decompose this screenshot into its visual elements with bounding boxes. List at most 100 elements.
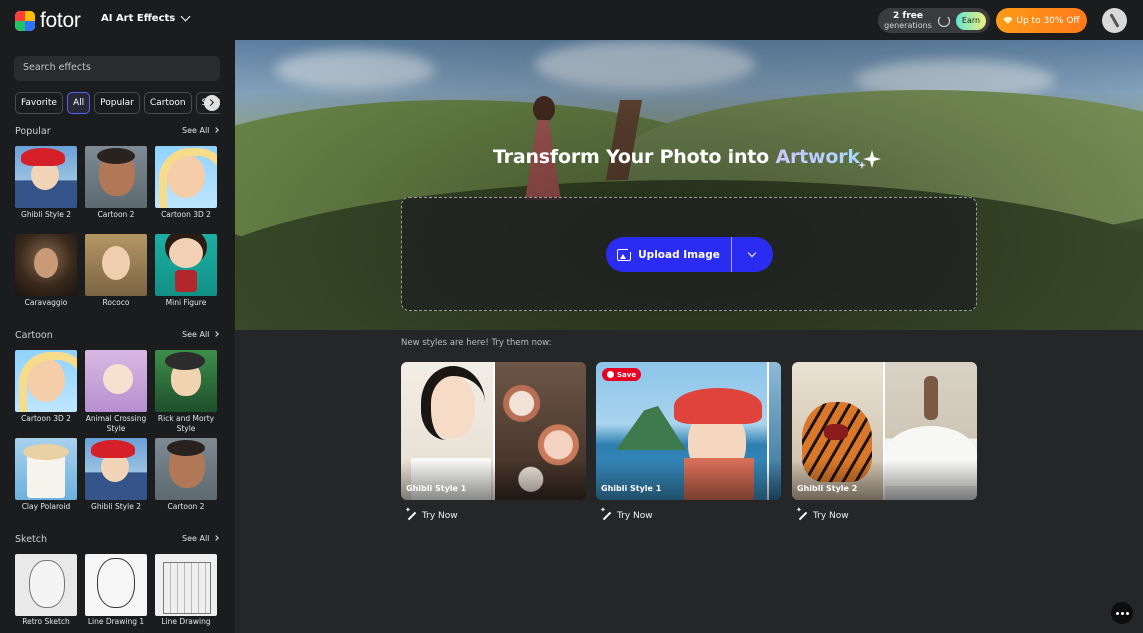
new-styles-label: New styles are here! Try them now: [401, 338, 552, 348]
effects-sidebar: Search effects Favorite All Popular Cart… [0, 40, 235, 633]
image-upload-icon [617, 245, 635, 261]
dot-icon [1125, 611, 1129, 615]
dot-icon [1115, 611, 1119, 615]
chevron-right-icon[interactable] [204, 95, 220, 111]
effect-thumb-clay-polaroid[interactable] [15, 438, 77, 500]
magic-wand-icon [405, 506, 416, 521]
upload-options-dropdown[interactable] [732, 237, 773, 272]
generations-pill[interactable]: 2 free generations Earn [878, 8, 990, 33]
effect-label: Line Drawing [161, 617, 211, 626]
effect-thumb-line-drawing-1[interactable] [85, 554, 147, 616]
effect-label: Animal Crossing Style [85, 414, 147, 433]
effect-thumb-cartoon-2[interactable] [85, 146, 147, 208]
card-gradient [596, 460, 781, 500]
effect-thumb-mini-figure[interactable] [155, 234, 217, 296]
effect-thumb-line-drawing[interactable] [155, 554, 217, 616]
top-bar: fotor AI Art Effects 2 free generations … [0, 0, 1143, 40]
more-options-button[interactable] [1111, 602, 1133, 624]
save-label: Save [617, 370, 637, 379]
try-now-button[interactable]: Try Now [600, 506, 653, 521]
style-card-ghibli-1-seaside[interactable]: Save Ghibli Style 1 [596, 362, 781, 500]
effect-label: Ghibli Style 2 [91, 502, 141, 511]
section-title-sketch: Sketch [15, 534, 48, 545]
see-all-popular[interactable]: See All [182, 126, 218, 135]
promo-label: Up to 30% Off [1016, 15, 1080, 26]
pinterest-icon [607, 371, 614, 378]
effect-label: Rick and Morty Style [157, 414, 215, 433]
effect-label: Ghibli Style 2 [21, 210, 71, 219]
brand-name: fotor [40, 9, 81, 32]
effect-label: Cartoon 2 [167, 502, 205, 511]
ai-art-effects-menu[interactable]: AI Art Effects [101, 11, 191, 24]
chip-all[interactable]: All [66, 92, 91, 114]
sparkle-icon [858, 150, 881, 169]
try-now-label: Try Now [617, 511, 653, 521]
dot-icon [1120, 611, 1124, 615]
magic-wand-icon [796, 506, 807, 521]
upload-image-button[interactable]: Upload Image [606, 237, 773, 272]
chevron-down-icon [180, 11, 191, 22]
card-gradient [792, 460, 977, 500]
try-now-button[interactable]: Try Now [405, 506, 458, 521]
effect-thumb-animal-crossing[interactable] [85, 350, 147, 412]
upload-label: Upload Image [638, 248, 720, 261]
effect-thumb-caravaggio[interactable] [15, 234, 77, 296]
effect-thumb-cartoon-3d-2[interactable] [15, 350, 77, 412]
girl-hair-shape [421, 366, 485, 440]
try-now-label: Try Now [813, 511, 849, 521]
effect-thumb-cartoon-2[interactable] [155, 438, 217, 500]
search-effects-input[interactable]: Search effects [14, 56, 220, 81]
fotor-logo[interactable]: fotor [15, 9, 81, 33]
filter-chips: Favorite All Popular Cartoon Sketch [15, 92, 220, 114]
generations-label: generations [884, 20, 932, 30]
generations-count: 2 free [893, 10, 923, 21]
effect-thumb-ghibli-style-2[interactable] [15, 146, 77, 208]
chip-popular[interactable]: Popular [94, 92, 140, 114]
card-gradient [401, 460, 586, 500]
pinterest-save-button[interactable]: Save [602, 368, 642, 381]
earn-button[interactable]: Earn [956, 11, 986, 30]
chip-favorite[interactable]: Favorite [15, 92, 63, 114]
chip-cartoon[interactable]: Cartoon [143, 92, 192, 114]
section-title-cartoon: Cartoon [15, 330, 53, 341]
effect-label: Caravaggio [24, 298, 68, 307]
promo-button[interactable]: Up to 30% Off [996, 8, 1087, 33]
card-label: Ghibli Style 1 [406, 484, 467, 493]
man-figure-shape [924, 376, 938, 420]
effect-label: Mini Figure [165, 298, 207, 307]
menu-label: AI Art Effects [101, 13, 176, 24]
hero-title-accent: Artwork [775, 146, 860, 168]
section-title-popular: Popular [15, 126, 51, 137]
style-card-ghibli-1-portrait[interactable]: Ghibli Style 1 [401, 362, 586, 500]
effect-thumb-cartoon-3d-2[interactable] [155, 146, 217, 208]
hero-title: Transform Your Photo into Artwork [493, 146, 860, 168]
effect-label: Cartoon 3D 2 [161, 210, 211, 219]
effect-label: Cartoon 2 [97, 210, 135, 219]
see-all-cartoon[interactable]: See All [182, 330, 218, 339]
effect-thumb-ghibli-style-2[interactable] [85, 438, 147, 500]
style-card-ghibli-2-tiger[interactable]: Ghibli Style 2 [792, 362, 977, 500]
diamond-icon [1003, 17, 1013, 24]
card-label: Ghibli Style 2 [797, 484, 858, 493]
effect-thumb-retro-sketch[interactable] [15, 554, 77, 616]
try-now-label: Try Now [422, 511, 458, 521]
hero-banner: Transform Your Photo into Artwork Upload… [235, 40, 1143, 330]
effect-label: Retro Sketch [22, 617, 70, 626]
effect-thumb-rococo[interactable] [85, 234, 147, 296]
effect-label: Cartoon 3D 2 [21, 414, 71, 423]
fotor-logo-icon [15, 11, 35, 31]
magic-wand-icon [600, 506, 611, 521]
effect-thumb-rick-and-morty[interactable] [155, 350, 217, 412]
refresh-icon[interactable] [938, 14, 950, 27]
try-now-button[interactable]: Try Now [796, 506, 849, 521]
tiger-mouth-shape [824, 424, 848, 440]
effect-label: Rococo [102, 298, 130, 307]
red-hat-shape [674, 388, 762, 424]
effect-label: Clay Polaroid [21, 502, 71, 511]
see-all-sketch[interactable]: See All [182, 534, 218, 543]
upload-image-main[interactable]: Upload Image [606, 237, 731, 272]
effect-label: Line Drawing 1 [87, 617, 145, 626]
card-label: Ghibli Style 1 [601, 484, 662, 493]
generations-counter: 2 free generations [878, 10, 938, 30]
user-avatar[interactable] [1102, 8, 1127, 33]
